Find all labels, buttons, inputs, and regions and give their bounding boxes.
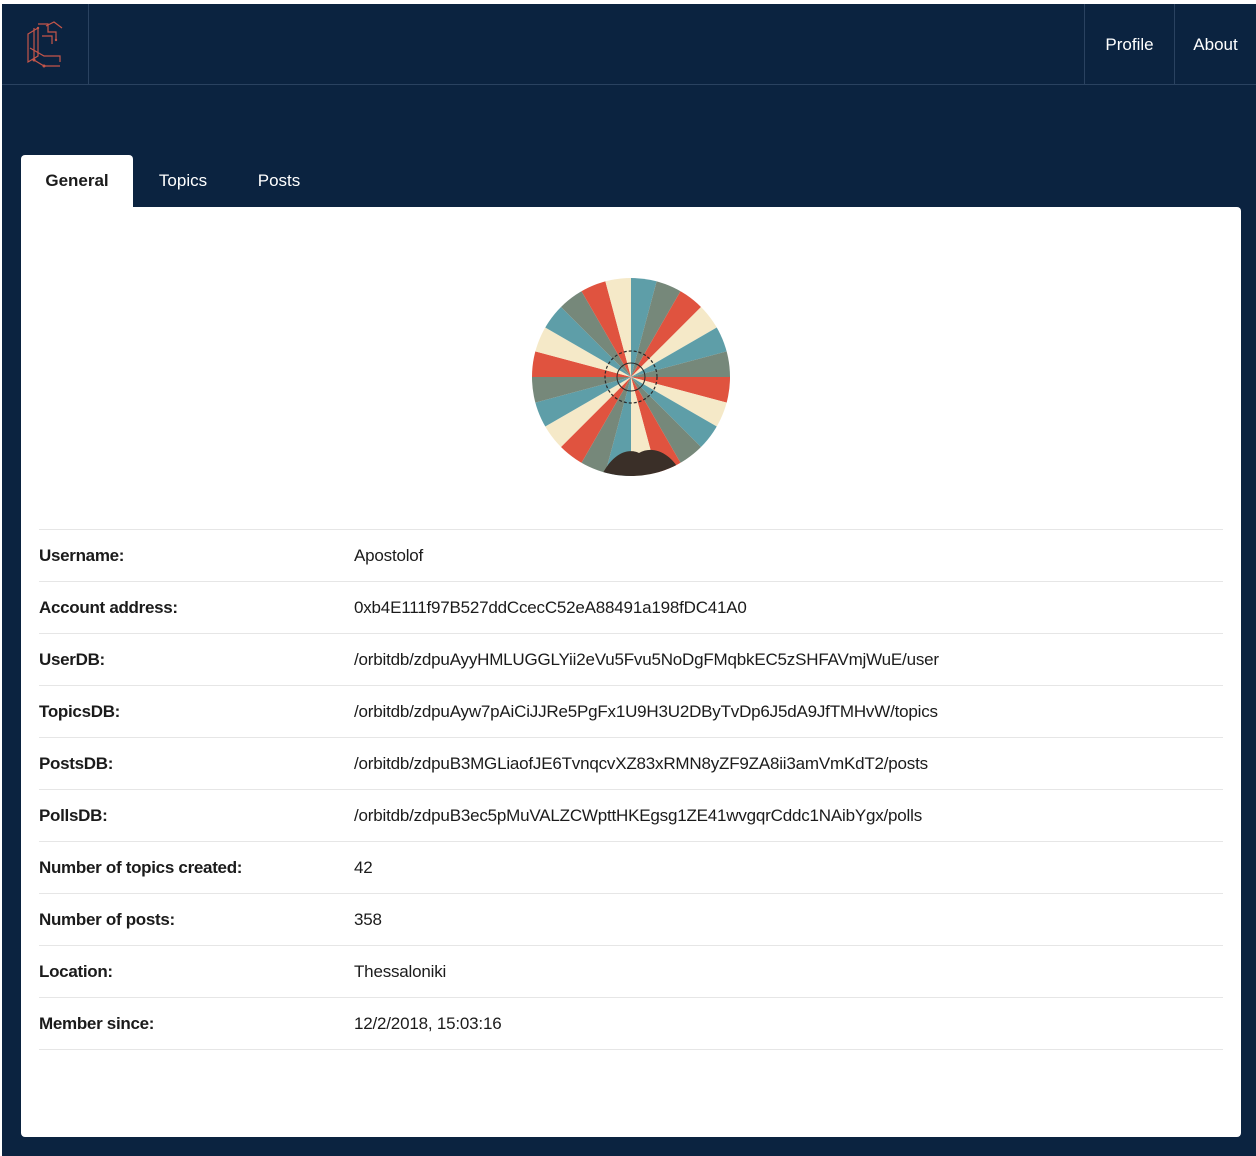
detail-row-location: Location: Thessaloniki	[39, 946, 1223, 998]
pinwheel-avatar-icon	[532, 278, 730, 476]
detail-value: 12/2/2018, 15:03:16	[354, 1013, 502, 1033]
detail-row-topicsdb: TopicsDB: /orbitdb/zdpuAyw7pAiCiJJRe5PgF…	[39, 686, 1223, 738]
avatar	[531, 277, 731, 477]
detail-label: PostsDB:	[39, 753, 114, 773]
tab-general[interactable]: General	[21, 155, 133, 207]
detail-value: /orbitdb/zdpuB3ec5pMuVALZCWpttHKEgsg1ZE4…	[354, 805, 923, 825]
detail-row-topics-created: Number of topics created: 42	[39, 842, 1223, 894]
detail-row-pollsdb: PollsDB: /orbitdb/zdpuB3ec5pMuVALZCWpttH…	[39, 790, 1223, 842]
detail-value: /orbitdb/zdpuAyyHMLUGGLYii2eVu5Fvu5NoDgF…	[354, 649, 939, 669]
detail-value: /orbitdb/zdpuB3MGLiaofJE6TvnqcvXZ83xRMN8…	[354, 753, 928, 773]
nav-links: Profile About	[1084, 4, 1256, 85]
detail-row-account-address: Account address: 0xb4E111f97B527ddCcecC5…	[39, 582, 1223, 634]
detail-value: /orbitdb/zdpuAyw7pAiCiJJRe5PgFx1U9H3U2DB…	[354, 701, 938, 721]
detail-label: Number of posts:	[39, 909, 175, 929]
profile-details-table: Username: Apostolof Account address: 0xb…	[39, 529, 1223, 1050]
detail-row-member-since: Member since: 12/2/2018, 15:03:16	[39, 998, 1223, 1050]
detail-label: TopicsDB:	[39, 701, 121, 721]
top-navbar: Profile About	[2, 4, 1256, 85]
detail-value: Thessaloniki	[354, 961, 447, 981]
detail-label: UserDB:	[39, 649, 105, 669]
detail-row-posts-count: Number of posts: 358	[39, 894, 1223, 946]
detail-label: PollsDB:	[39, 805, 108, 825]
detail-value: 42	[354, 857, 373, 877]
forum-logo-icon	[27, 20, 63, 67]
app-frame: Profile About General Topics Posts Usern…	[2, 4, 1256, 1156]
detail-value: Apostolof	[354, 545, 424, 565]
detail-value: 358	[354, 909, 382, 929]
detail-value: 0xb4E111f97B527ddCcecC52eA88491a198fDC41…	[354, 597, 747, 617]
detail-label: Number of topics created:	[39, 857, 243, 877]
profile-panel: Username: Apostolof Account address: 0xb…	[21, 207, 1241, 1137]
detail-label: Location:	[39, 961, 113, 981]
nav-profile-link[interactable]: Profile	[1084, 4, 1174, 85]
profile-tabs: General Topics Posts	[21, 155, 325, 207]
detail-row-postsdb: PostsDB: /orbitdb/zdpuB3MGLiaofJE6Tvnqcv…	[39, 738, 1223, 790]
detail-label: Member since:	[39, 1013, 155, 1033]
nav-about-link[interactable]: About	[1174, 4, 1256, 85]
detail-label: Username:	[39, 545, 125, 565]
detail-row-userdb: UserDB: /orbitdb/zdpuAyyHMLUGGLYii2eVu5F…	[39, 634, 1223, 686]
logo-link[interactable]	[2, 4, 89, 85]
detail-label: Account address:	[39, 597, 178, 617]
tab-posts[interactable]: Posts	[233, 155, 325, 207]
tab-topics[interactable]: Topics	[133, 155, 233, 207]
detail-row-username: Username: Apostolof	[39, 530, 1223, 582]
